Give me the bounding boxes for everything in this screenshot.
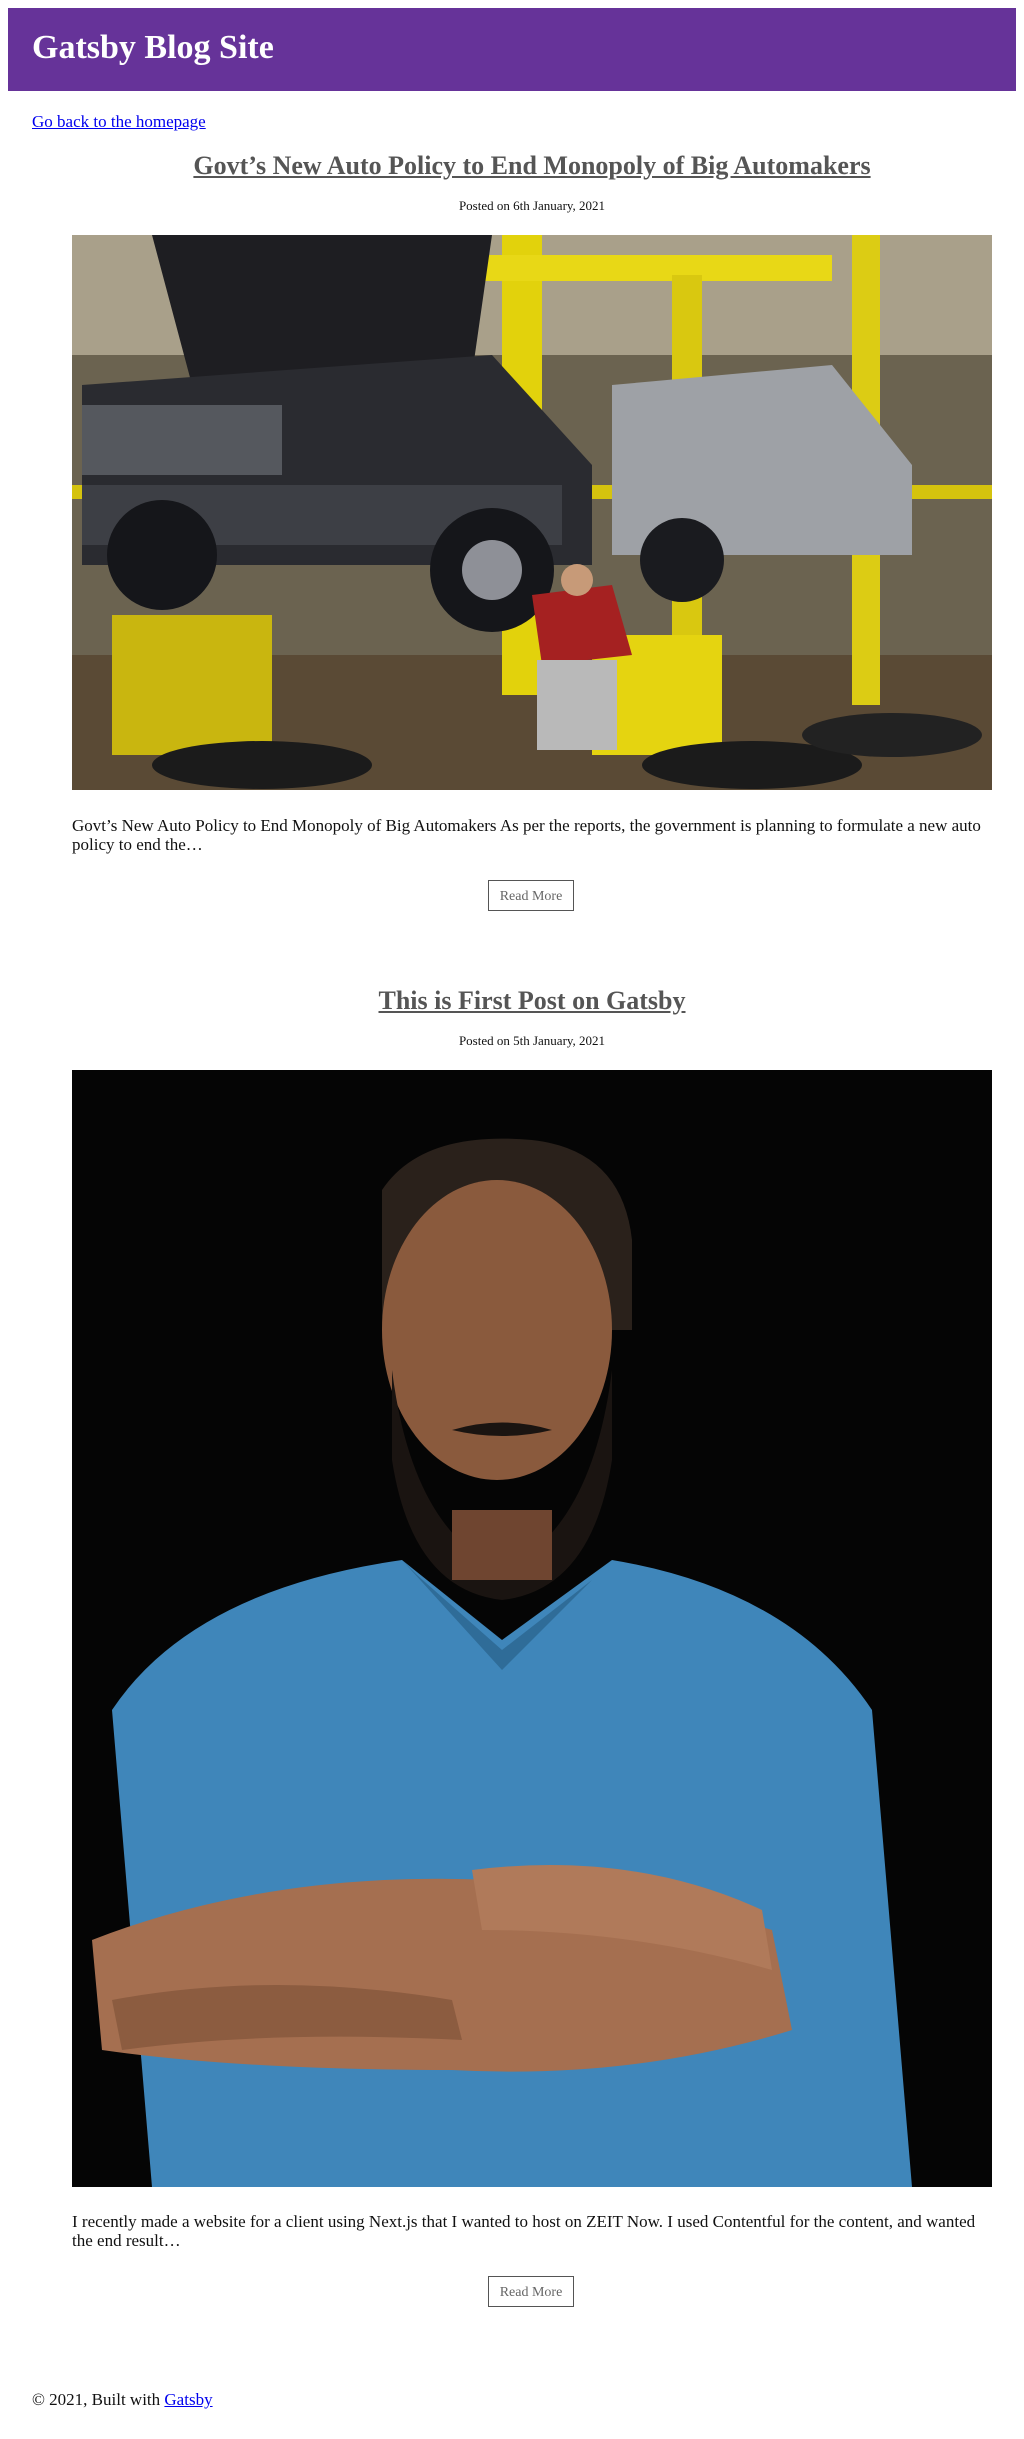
portrait-photo-image <box>72 1070 992 2187</box>
post-featured-image[interactable] <box>72 1070 992 2187</box>
site-footer: © 2021, Built with Gatsby <box>32 2390 213 2410</box>
post-date: Posted on 6th January, 2021 <box>458 198 606 213</box>
post-title[interactable]: This is First Post on Gatsby <box>72 985 992 1016</box>
site-title[interactable]: Gatsby Blog Site <box>32 28 274 69</box>
site-header: Gatsby Blog Site <box>8 8 1016 91</box>
post-featured-image[interactable] <box>72 235 992 790</box>
read-more-button[interactable]: Read More <box>488 880 574 911</box>
car-assembly-line-image <box>72 235 992 790</box>
gatsby-link[interactable]: Gatsby <box>164 2390 212 2409</box>
post-excerpt: Govt’s New Auto Policy to End Monopoly o… <box>72 816 981 854</box>
back-to-homepage-link[interactable]: Go back to the homepage <box>32 112 206 132</box>
post-title[interactable]: Govt’s New Auto Policy to End Monopoly o… <box>72 150 992 181</box>
post-date: Posted on 5th January, 2021 <box>458 1033 606 1048</box>
post-excerpt: I recently made a website for a client u… <box>72 2212 976 2250</box>
read-more-button[interactable]: Read More <box>488 2276 574 2307</box>
footer-text: © 2021, Built with <box>32 2390 161 2409</box>
